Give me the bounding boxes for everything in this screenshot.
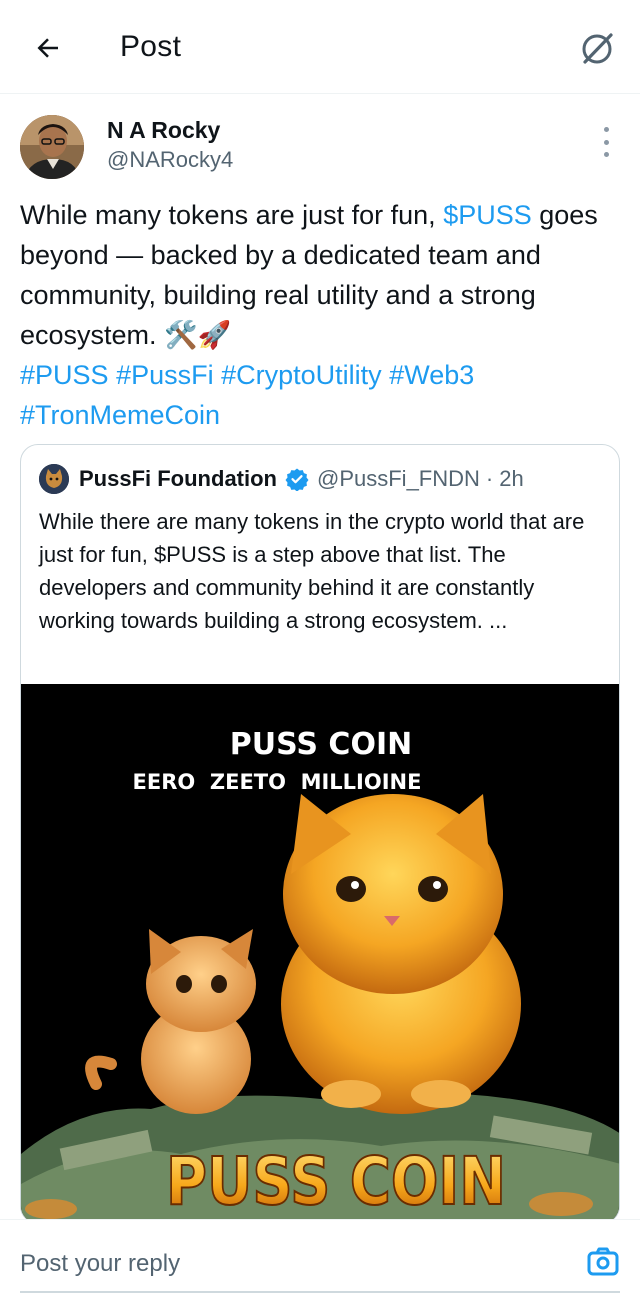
avatar-image (20, 115, 84, 179)
reply-input[interactable]: Post your reply (20, 1250, 180, 1278)
reply-bar: Post your reply (0, 1219, 640, 1303)
quoted-post-header: PussFi Foundation @PussFi_FNDN · 2h (39, 463, 524, 495)
quote-author-name[interactable]: PussFi Foundation (79, 466, 277, 492)
camera-icon (587, 1247, 619, 1276)
puss-coin-artwork: PUSS COIN EERO ZEETO MILLIOINE PUSS COIN (21, 684, 619, 1223)
back-button[interactable] (28, 28, 68, 68)
page-title: Post (120, 30, 182, 63)
hashtag-tronmemecoin[interactable]: #TronMemeCoin (20, 400, 220, 430)
arrow-left-icon (37, 38, 58, 58)
hashtag-puss[interactable]: #PUSS (20, 360, 109, 390)
avatar[interactable] (20, 115, 84, 179)
hashtag-pussfi[interactable]: #PussFi (116, 360, 214, 390)
tweet-text-part1: While many tokens are just for fun, (20, 200, 444, 230)
tweet-text: While many tokens are just for fun, $PUS… (20, 195, 620, 435)
grok-icon (582, 33, 613, 64)
hashtag-cryptoutility[interactable]: #CryptoUtility (221, 360, 382, 390)
quote-text: While there are many tokens in the crypt… (39, 509, 585, 633)
author-handle[interactable]: @NARocky4 (107, 147, 233, 173)
cashtag-puss[interactable]: $PUSS (443, 200, 532, 230)
quoted-post[interactable]: PussFi Foundation @PussFi_FNDN · 2h Whil… (20, 444, 620, 1224)
quote-avatar-image (39, 464, 69, 494)
reply-input-underline (20, 1291, 620, 1293)
quote-timestamp[interactable]: 2h (499, 466, 523, 492)
more-options-button[interactable] (596, 127, 616, 157)
quote-separator: · (485, 466, 494, 491)
quote-avatar[interactable] (39, 464, 69, 494)
artwork-title: PUSS COIN (230, 727, 412, 762)
camera-button[interactable] (586, 1245, 620, 1279)
grok-button[interactable] (574, 24, 622, 72)
hashtag-web3[interactable]: #Web3 (389, 360, 474, 390)
verified-badge-icon (285, 468, 309, 491)
quote-media-image[interactable]: PUSS COIN EERO ZEETO MILLIOINE PUSS COIN (21, 684, 619, 1223)
top-bar: Post (0, 0, 640, 94)
artwork-bottom-text: PUSS COIN (166, 1143, 506, 1220)
quote-author-handle[interactable]: @PussFi_FNDN (317, 466, 480, 492)
artwork-subtitle: EERO ZEETO MILLIOINE (133, 770, 422, 794)
author-name[interactable]: N A Rocky (107, 117, 220, 144)
more-vertical-icon (603, 127, 609, 132)
